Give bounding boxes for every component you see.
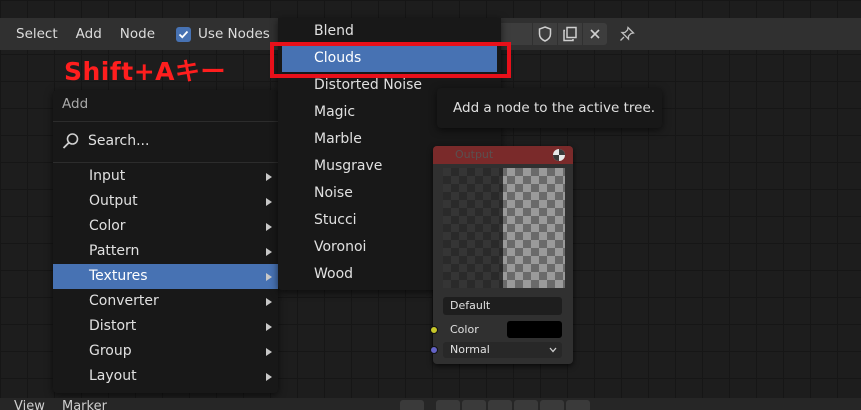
color-input-socket[interactable] — [430, 326, 438, 334]
search-icon — [62, 133, 79, 149]
close-icon — [590, 29, 600, 39]
menu-item-label: Distort — [89, 318, 137, 334]
menu-add[interactable]: Add — [67, 26, 111, 42]
submenu-arrow-icon — [266, 248, 272, 256]
texture-preview — [443, 168, 565, 288]
prev-keyframe-button[interactable] — [462, 400, 486, 410]
jump-end-button[interactable] — [566, 400, 590, 410]
menu-item-distort[interactable]: Distort — [53, 314, 278, 339]
timeline-header: View Marker — [0, 398, 861, 410]
node-header[interactable]: Output — [433, 146, 573, 164]
menu-item-label: Textures — [89, 268, 148, 284]
submenu-arrow-icon — [266, 323, 272, 331]
menu-marker[interactable]: Marker — [62, 399, 107, 410]
play-button[interactable] — [514, 400, 538, 410]
use-nodes-label[interactable]: Use Nodes — [198, 26, 279, 42]
jump-start-button[interactable] — [436, 400, 460, 410]
menu-item-label: Output — [89, 193, 138, 209]
menu-item-label: Layout — [89, 368, 137, 384]
normal-input-socket[interactable] — [430, 346, 438, 354]
menu-item-label: Color — [89, 218, 126, 234]
shield-icon — [538, 26, 552, 42]
color-swatch[interactable] — [507, 321, 562, 338]
submenu-arrow-icon — [266, 298, 272, 306]
divider — [53, 121, 278, 122]
record-button[interactable] — [400, 400, 424, 410]
playback-controls — [400, 400, 590, 410]
menu-select[interactable]: Select — [0, 26, 67, 42]
search-item[interactable]: Search... — [62, 132, 149, 150]
duplicate-icon — [563, 26, 577, 42]
menu-view[interactable]: View — [14, 399, 45, 410]
submenu-arrow-icon — [266, 348, 272, 356]
unlink-button[interactable] — [583, 23, 607, 45]
checkmark-icon — [178, 30, 189, 38]
normal-label: Normal — [450, 343, 490, 356]
globe-icon — [553, 149, 565, 161]
add-menu-items: Input Output Color Pattern Textures Conv… — [53, 164, 278, 389]
shortcut-annotation: Shift+Aキー — [64, 57, 226, 86]
menu-item-label: Converter — [89, 293, 159, 309]
divider — [53, 162, 278, 163]
output-node[interactable]: Output Default Color Normal — [430, 146, 573, 364]
submenu-arrow-icon — [266, 223, 272, 231]
next-keyframe-button[interactable] — [540, 400, 564, 410]
menu-item-group[interactable]: Group — [53, 339, 278, 364]
submenu-item-blend[interactable]: Blend — [278, 18, 501, 45]
duplicate-button[interactable] — [558, 23, 582, 45]
submenu-arrow-icon — [266, 273, 272, 281]
menu-item-input[interactable]: Input — [53, 164, 278, 189]
normal-dropdown[interactable]: Normal — [443, 342, 562, 358]
add-menu: Add Search... Input Output Color Pattern… — [53, 90, 278, 393]
add-menu-title: Add — [62, 96, 89, 112]
menu-item-label: Input — [89, 168, 126, 184]
pin-icon — [620, 26, 635, 41]
menu-item-label: Pattern — [89, 243, 140, 259]
menu-item-output[interactable]: Output — [53, 189, 278, 214]
color-label: Color — [450, 323, 479, 336]
menu-item-label: Group — [89, 343, 132, 359]
menu-item-color[interactable]: Color — [53, 214, 278, 239]
play-reverse-button[interactable] — [488, 400, 512, 410]
default-field[interactable]: Default — [443, 297, 562, 315]
submenu-arrow-icon — [266, 373, 272, 381]
use-nodes-checkbox[interactable] — [176, 26, 192, 42]
tooltip: Add a node to the active tree. — [437, 88, 662, 128]
search-label: Search... — [88, 133, 150, 149]
submenu-arrow-icon — [266, 173, 272, 181]
chevron-down-icon — [549, 347, 557, 353]
menu-node[interactable]: Node — [111, 26, 164, 42]
submenu-arrow-icon — [266, 198, 272, 206]
preview-shade — [443, 168, 503, 288]
menu-item-pattern[interactable]: Pattern — [53, 239, 278, 264]
node-title: Output — [455, 148, 494, 161]
highlight-box — [270, 42, 511, 78]
menu-item-textures[interactable]: Textures — [53, 264, 278, 289]
menu-item-layout[interactable]: Layout — [53, 364, 278, 389]
menu-item-converter[interactable]: Converter — [53, 289, 278, 314]
pin-button[interactable] — [615, 23, 639, 45]
fake-user-button[interactable] — [533, 23, 557, 45]
